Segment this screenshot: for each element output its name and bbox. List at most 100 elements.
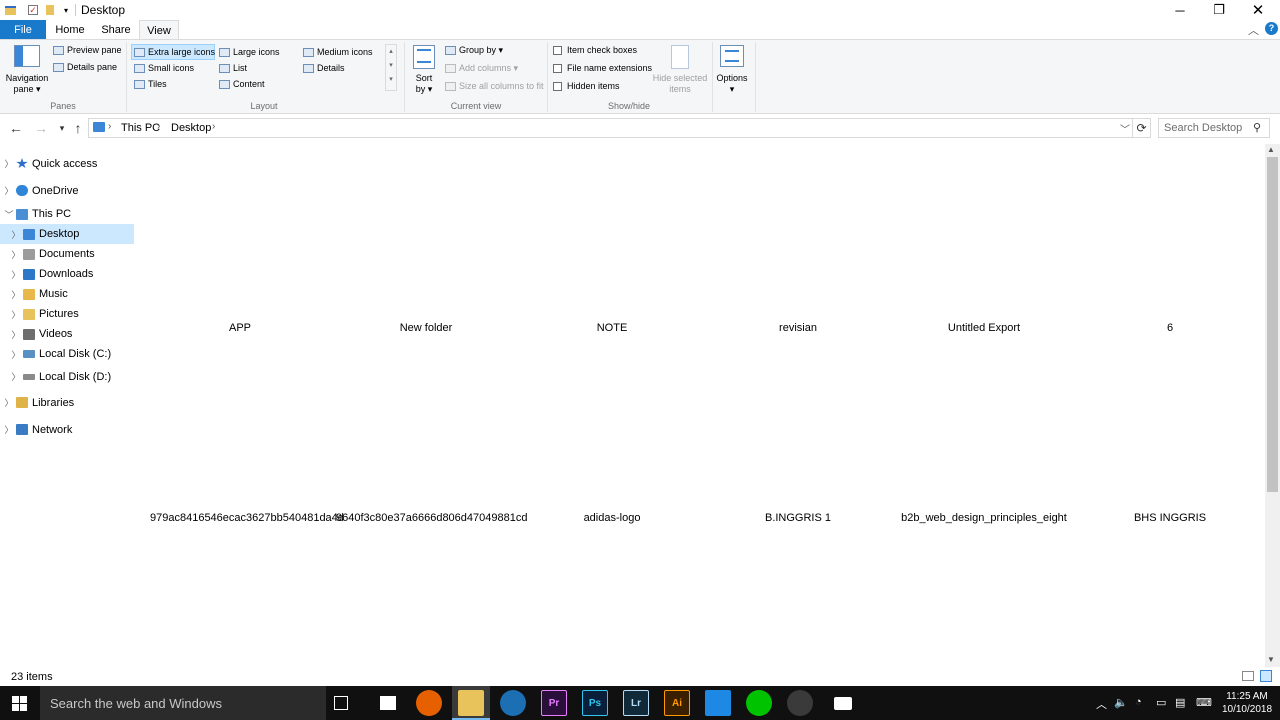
nox-icon[interactable]: [787, 690, 813, 716]
line-icon[interactable]: [746, 690, 772, 716]
file-name-extensions-checkbox[interactable]: File name extensions: [553, 63, 652, 74]
forward-arrow-icon[interactable]: →: [30, 118, 52, 138]
content-option[interactable]: Content: [219, 79, 265, 90]
details-pane-button[interactable]: Details pane: [53, 62, 117, 73]
expand-chevron-icon[interactable]: 〉: [9, 308, 23, 321]
large-icons-view-icon[interactable]: [1260, 670, 1272, 682]
tab-file[interactable]: File: [0, 20, 46, 39]
scrollbar-thumb[interactable]: [1267, 157, 1278, 492]
layout-scroll-arrows[interactable]: ▴ ▾ ▾: [385, 44, 397, 91]
volume-icon[interactable]: 🔈: [1114, 696, 1128, 709]
hidden-items-checkbox[interactable]: Hidden items: [553, 81, 620, 92]
camera-icon[interactable]: [830, 690, 856, 716]
size-all-columns-button[interactable]: Size all columns to fit: [445, 81, 544, 92]
file-item[interactable]: adidas-logo: [522, 512, 702, 524]
expand-chevron-icon[interactable]: 〉: [9, 328, 23, 341]
file-item[interactable]: 6: [1080, 322, 1260, 334]
expand-chevron-icon[interactable]: 〉: [2, 423, 16, 436]
tab-share[interactable]: Share: [96, 20, 136, 39]
collapse-ribbon-icon[interactable]: ︿: [1248, 22, 1259, 38]
details-option[interactable]: Details: [303, 63, 345, 74]
nav-item-videos[interactable]: 〉 Videos: [0, 324, 134, 344]
wifi-icon[interactable]: ◔: [1135, 696, 1142, 708]
tab-view[interactable]: View: [139, 20, 179, 40]
tiles-option[interactable]: Tiles: [134, 79, 167, 90]
breadcrumb-desktop[interactable]: Desktop: [171, 122, 211, 134]
nav-item-music[interactable]: 〉 Music: [0, 284, 134, 304]
expand-chevron-icon[interactable]: 〉: [2, 396, 16, 409]
file-item[interactable]: Untitled Export: [894, 322, 1074, 334]
group-by-button[interactable]: Group by ▾: [445, 45, 503, 56]
tab-home[interactable]: Home: [50, 20, 90, 39]
expand-chevron-icon[interactable]: 〉: [2, 157, 16, 170]
close-button[interactable]: ✕: [1235, 0, 1280, 20]
premiere-icon[interactable]: Pr: [541, 690, 567, 716]
expand-chevron-icon[interactable]: 〉: [9, 288, 23, 301]
file-item[interactable]: B.INGGRIS 1: [708, 512, 888, 524]
back-arrow-icon[interactable]: ←: [5, 118, 27, 138]
expand-chevron-icon[interactable]: 〉: [9, 228, 23, 241]
nav-item-local-disk-d[interactable]: 〉 Local Disk (D:): [0, 364, 134, 389]
large-icons-option[interactable]: Large icons: [219, 47, 280, 58]
small-icons-option[interactable]: Small icons: [134, 63, 194, 74]
file-item[interactable]: New folder: [336, 322, 516, 334]
battery-icon[interactable]: ▭: [1156, 696, 1166, 709]
nav-item-desktop[interactable]: 〉 Desktop: [0, 224, 134, 244]
expand-chevron-icon[interactable]: 〉: [9, 370, 23, 383]
instagram-icon[interactable]: [705, 690, 731, 716]
sort-by-button[interactable]: Sort by ▾: [410, 73, 438, 95]
file-item[interactable]: APP: [150, 322, 330, 334]
up-arrow-icon[interactable]: ↑: [67, 118, 89, 138]
windows-start-icon[interactable]: [12, 696, 27, 711]
new-folder-icon[interactable]: [42, 2, 58, 18]
taskbar-search[interactable]: Search the web and Windows: [40, 686, 326, 720]
details-view-icon[interactable]: [1242, 671, 1254, 681]
expand-chevron-icon[interactable]: 〉: [9, 348, 23, 361]
file-item[interactable]: 979ac8416546ecac3627bb540481da4d: [150, 512, 344, 524]
breadcrumb-chevron[interactable]: ›: [212, 121, 215, 132]
file-item[interactable]: NOTE: [522, 322, 702, 334]
photoshop-icon[interactable]: Ps: [582, 690, 608, 716]
store-icon[interactable]: [375, 690, 401, 716]
breadcrumb-this-pc[interactable]: This PC: [121, 122, 160, 134]
nav-item-pictures[interactable]: 〉 Pictures: [0, 304, 134, 324]
address-dropdown-icon[interactable]: ﹀: [1120, 121, 1130, 136]
expand-chevron-icon[interactable]: 〉: [9, 268, 23, 281]
customize-qat-icon[interactable]: ▾: [58, 2, 74, 18]
item-check-boxes-checkbox[interactable]: Item check boxes: [553, 45, 637, 56]
scroll-down-icon[interactable]: ▼: [1267, 655, 1275, 664]
nav-item-downloads[interactable]: 〉 Downloads: [0, 264, 134, 284]
scroll-up-icon[interactable]: ▲: [1267, 145, 1275, 154]
collapse-chevron-icon[interactable]: ﹀: [2, 208, 16, 221]
illustrator-icon[interactable]: Ai: [664, 690, 690, 716]
preview-pane-button[interactable]: Preview pane: [53, 45, 122, 56]
hide-selected-items-button[interactable]: Hide selected items: [650, 73, 710, 95]
globe-icon[interactable]: [500, 690, 526, 716]
navigation-pane-icon[interactable]: [14, 45, 40, 67]
navigation-pane-button[interactable]: Navigation pane ▾: [4, 73, 50, 95]
refresh-icon[interactable]: ⟳: [1133, 118, 1151, 138]
file-item[interactable]: 9640f3c80e37a6666d806d47049881cd: [336, 512, 527, 524]
task-view-icon[interactable]: [334, 696, 348, 710]
file-item[interactable]: revisian: [708, 322, 888, 334]
nav-item-network[interactable]: 〉 Network: [0, 416, 134, 443]
address-bar[interactable]: [88, 118, 1133, 138]
help-icon[interactable]: ?: [1265, 22, 1278, 35]
properties-icon[interactable]: ✓: [25, 2, 41, 18]
file-explorer-icon[interactable]: [458, 690, 484, 716]
list-option[interactable]: List: [219, 63, 247, 74]
medium-icons-option[interactable]: Medium icons: [303, 47, 373, 58]
action-center-icon[interactable]: ▤: [1175, 696, 1185, 709]
nav-item-libraries[interactable]: 〉 Libraries: [0, 389, 134, 416]
add-columns-button[interactable]: Add columns ▾: [445, 63, 518, 74]
nav-item-documents[interactable]: 〉 Documents: [0, 244, 134, 264]
firefox-icon[interactable]: [416, 690, 442, 716]
nav-item-quick-access[interactable]: 〉 Quick access: [0, 150, 134, 177]
nav-item-this-pc[interactable]: ﹀ This PC: [0, 204, 134, 224]
expand-chevron-icon[interactable]: 〉: [2, 184, 16, 197]
nav-item-local-disk-c[interactable]: 〉 Local Disk (C:): [0, 344, 134, 364]
lightroom-icon[interactable]: Lr: [623, 690, 649, 716]
clock[interactable]: 11:25 AM 10/10/2018: [1214, 690, 1280, 716]
extra-large-icons-option[interactable]: Extra large icons: [131, 44, 215, 60]
file-item[interactable]: b2b_web_design_principles_eight: [894, 512, 1074, 524]
